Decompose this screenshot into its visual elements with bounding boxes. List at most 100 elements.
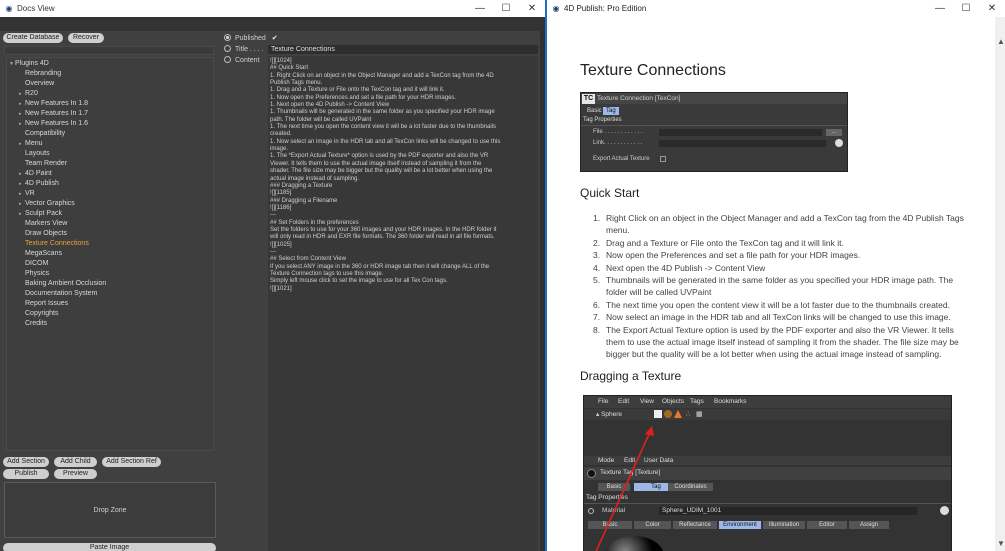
add-section-button[interactable]: Add Section	[3, 457, 49, 467]
close-icon[interactable]: ✕	[519, 3, 545, 14]
tree-item-label: VR	[25, 190, 35, 197]
docs-view-window: ◉ Docs View — ☐ ✕ Create Database Recove…	[0, 0, 545, 551]
content-line: ### Dragging a Texture	[270, 182, 333, 189]
step-text: menu.	[606, 225, 630, 236]
drag-arrow-head	[645, 426, 654, 436]
tree-item-label: Vector Graphics	[25, 200, 75, 207]
tree-item[interactable]: ▸ R20	[19, 89, 38, 99]
tree-item[interactable]: ▸ New Features In 1.6	[19, 119, 88, 129]
tree-item-label: Team Render	[25, 160, 68, 167]
publish-titlebar: ◉ 4D Publish: Pro Edition — ☐ ✕	[547, 0, 1005, 17]
add-section-ref-button[interactable]: Add Section Ref	[102, 457, 161, 467]
tree-item[interactable]: DICOM	[19, 259, 48, 269]
docs-view-titlebar: ◉ Docs View — ☐ ✕	[0, 0, 545, 17]
publish-window: ◉ 4D Publish: Pro Edition — ☐ ✕ Texture …	[545, 0, 1005, 551]
step-text: The Export Actual Texture option is used…	[606, 324, 954, 335]
file-label: File . . . . . . . . . . . .	[593, 129, 643, 135]
minimize-icon[interactable]: —	[927, 3, 953, 14]
title-field[interactable]: Texture Connections	[268, 45, 538, 54]
content-editor[interactable]: ![][1024] ## Quick Start 1. Right Click on…	[268, 56, 538, 551]
step-text: bigger but the quality will be a lot bet…	[606, 349, 942, 360]
texcon-tab-tag: Tag	[603, 107, 619, 115]
browse-icon: ...	[826, 129, 842, 136]
tree-item[interactable]: ▸ 4D Paint	[19, 169, 52, 179]
tree-item[interactable]: ▸ 4D Publish	[19, 179, 59, 189]
tree-item[interactable]: Copyrights	[19, 309, 58, 319]
desktop: ◉ Docs View — ☐ ✕ Create Database Recove…	[0, 0, 1005, 551]
tree-item[interactable]: ▸ Vector Graphics	[19, 199, 75, 209]
tree-root[interactable]: ▼Plugins 4D	[9, 59, 49, 69]
content-line: Simply left mouse click to set the image…	[270, 278, 448, 285]
tree-item[interactable]: Documentation System	[19, 289, 97, 299]
tree-item[interactable]: Texture Connections	[19, 239, 89, 249]
page-title: Texture Connections	[580, 62, 726, 79]
tree-item[interactable]: Markers View	[19, 219, 67, 229]
tree-item[interactable]: Draw Objects	[19, 229, 67, 239]
tree-item[interactable]: MegaScans	[19, 249, 62, 259]
content-line: ## Quick Start	[270, 65, 309, 72]
paste-image-button[interactable]: Paste Image	[3, 543, 216, 551]
tree-search-input[interactable]	[4, 46, 214, 55]
minimize-icon[interactable]: —	[467, 3, 493, 14]
step-number: 6.	[593, 299, 601, 310]
create-database-button[interactable]: Create Database	[3, 33, 63, 43]
tree-item[interactable]: Team Render	[19, 159, 67, 169]
app-icon: ◉	[552, 4, 560, 13]
publish-button[interactable]: Publish	[3, 469, 49, 479]
tree-item[interactable]: ▸ New Features In 1.8	[19, 99, 88, 109]
dragging-texture-screenshot: File Edit View Objects Tags Bookmarks ▴ Spher…	[583, 395, 952, 551]
tree-item-label: Markers View	[25, 220, 68, 227]
content-line: 1. Now select an image in the HDR tab an…	[270, 138, 501, 145]
recover-button[interactable]: Recover	[68, 33, 104, 43]
tree-item-label: 4D Paint	[25, 170, 52, 177]
tree-item[interactable]: ▸ Menu	[19, 139, 43, 149]
tree-item-label: Texture Connections	[25, 240, 89, 247]
tree-item-label: R20	[25, 90, 38, 97]
drop-zone[interactable]: Drop Zone	[4, 482, 216, 538]
tree-item[interactable]: Rebranding	[19, 69, 61, 79]
tree-item[interactable]: ▸ VR	[19, 189, 35, 199]
tree-item[interactable]: ▸ Sculpt Pack	[19, 209, 62, 219]
tree-item-label: Copyrights	[25, 310, 59, 317]
maximize-icon[interactable]: ☐	[493, 3, 519, 14]
add-child-button[interactable]: Add Child	[54, 457, 97, 467]
tree-item[interactable]: Baking Ambient Occlusion	[19, 279, 106, 289]
link-label: Link. . . . . . . . . . . .	[593, 140, 643, 146]
tree-item[interactable]: Overview	[19, 79, 54, 89]
step-text: Thumbnails will be generated in the same…	[606, 275, 954, 285]
tree-item[interactable]: Credits	[19, 319, 47, 329]
content-label: Content	[235, 57, 260, 64]
title-radio[interactable]	[224, 45, 231, 52]
step-text: folder will be called UVPaint	[606, 287, 712, 298]
tree-item-label: Draw Objects	[25, 230, 68, 237]
published-radio[interactable]	[224, 34, 231, 41]
close-icon[interactable]: ✕	[979, 3, 1005, 14]
tree-item[interactable]: Compatibility	[19, 129, 65, 139]
tree-item-label: DICOM	[25, 260, 49, 267]
content-line: ## Set Folders in the preferences	[270, 219, 359, 226]
content-line: 1. The next time you open the content vi…	[270, 124, 497, 131]
tree-item-label: Documentation System	[25, 290, 98, 297]
tree-item-label: Menu	[25, 140, 43, 147]
step-text: Now open the Preferences and set a file …	[606, 250, 861, 261]
scroll-down-icon[interactable]: ▼	[997, 539, 1005, 548]
published-row: Published ✔	[224, 34, 278, 44]
maximize-icon[interactable]: ☐	[953, 3, 979, 14]
step-number: 4.	[593, 262, 601, 273]
tree-item[interactable]: Physics	[19, 269, 49, 279]
docs-tree[interactable]: ▼Plugins 4D Rebranding Overview ▸ R20 ▸ New F…	[6, 57, 214, 451]
tree-item[interactable]: Layouts	[19, 149, 50, 159]
content-radio[interactable]	[224, 56, 231, 63]
file-field	[659, 129, 822, 136]
tree-item[interactable]: Report Issues	[19, 299, 68, 309]
title-row: Title . . . .	[224, 45, 264, 55]
content-line: Texture Connection tags to use this imag…	[270, 270, 384, 277]
published-checkbox[interactable]: ✔	[272, 35, 278, 42]
scroll-up-icon[interactable]: ▲	[997, 37, 1005, 46]
menu-band	[0, 17, 545, 31]
content-line: ---	[270, 212, 276, 219]
right-scrollbar[interactable]: ▲ ▼	[995, 17, 1005, 551]
tree-item[interactable]: ▸ New Features In 1.7	[19, 109, 88, 119]
preview-button[interactable]: Preview	[54, 469, 97, 479]
content-row: Content	[224, 56, 260, 66]
